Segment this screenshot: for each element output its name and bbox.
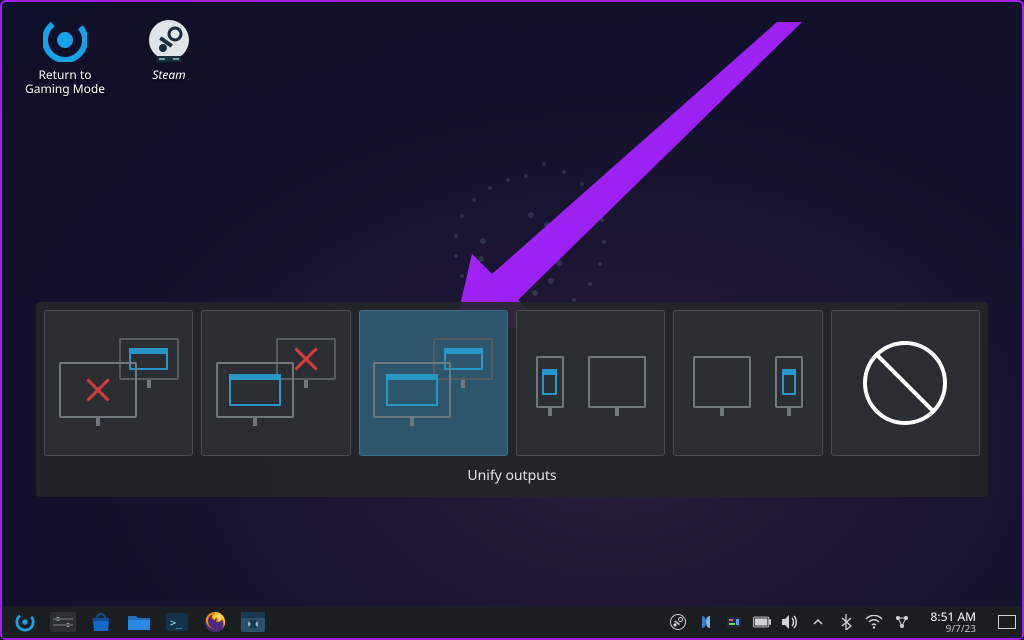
show-desktop-button[interactable] bbox=[998, 615, 1016, 629]
qb-tray-icon[interactable] bbox=[697, 613, 715, 631]
folder-icon bbox=[127, 613, 151, 631]
steam-icon bbox=[145, 16, 193, 64]
volume-icon[interactable] bbox=[781, 613, 799, 631]
wifi-icon[interactable] bbox=[865, 613, 883, 631]
display-output-osd: Unify outputs bbox=[36, 302, 988, 497]
taskbar-discover-store[interactable] bbox=[84, 609, 118, 635]
taskbar-settings[interactable] bbox=[46, 609, 80, 635]
no-sign-icon bbox=[863, 341, 947, 425]
bluetooth-icon[interactable] bbox=[837, 613, 855, 631]
osd-option-extend-right[interactable] bbox=[673, 310, 822, 456]
steamdeck-logo-icon bbox=[41, 16, 89, 64]
taskbar-clock[interactable]: 8:51 AM 9/7/23 bbox=[931, 611, 976, 633]
taskbar-firefox[interactable] bbox=[198, 609, 232, 635]
desktop-icon-steam[interactable]: Steam bbox=[124, 16, 214, 82]
chevron-up-icon[interactable] bbox=[809, 613, 827, 631]
terminal-icon: >_ bbox=[166, 613, 188, 631]
taskbar: >_ bbox=[2, 606, 1022, 638]
network-icon[interactable] bbox=[893, 613, 911, 631]
svg-text:>_: >_ bbox=[170, 618, 183, 629]
system-tray: 8:51 AM 9/7/23 bbox=[669, 611, 1016, 633]
disk-activity-icon[interactable] bbox=[725, 613, 743, 631]
desktop-icon-label: Steam bbox=[152, 68, 185, 82]
osd-option-external-only[interactable] bbox=[44, 310, 193, 456]
steamdeck-logo-icon bbox=[15, 612, 35, 632]
desktop-icon-return-gaming[interactable]: Return to Gaming Mode bbox=[20, 16, 110, 97]
taskbar-media-app[interactable] bbox=[236, 609, 270, 635]
osd-option-unify-outputs[interactable] bbox=[359, 310, 508, 456]
battery-icon[interactable] bbox=[753, 613, 771, 631]
shopping-bag-icon bbox=[90, 612, 112, 632]
taskbar-konsole[interactable]: >_ bbox=[160, 609, 194, 635]
desktop: Return to Gaming Mode Steam bbox=[2, 2, 1022, 608]
osd-caption: Unify outputs bbox=[467, 466, 556, 485]
taskbar-steamdeck-menu[interactable] bbox=[8, 609, 42, 635]
clapboard-icon bbox=[241, 612, 265, 632]
taskbar-file-manager[interactable] bbox=[122, 609, 156, 635]
osd-option-extend-left[interactable] bbox=[516, 310, 665, 456]
osd-options-row bbox=[44, 310, 980, 456]
settings-sliders-icon bbox=[50, 612, 76, 632]
firefox-icon bbox=[204, 611, 226, 633]
osd-option-do-nothing[interactable] bbox=[831, 310, 980, 456]
desktop-icon-label: Return to Gaming Mode bbox=[25, 68, 105, 97]
steam-tray-icon[interactable] bbox=[669, 613, 687, 631]
osd-option-internal-only[interactable] bbox=[201, 310, 350, 456]
